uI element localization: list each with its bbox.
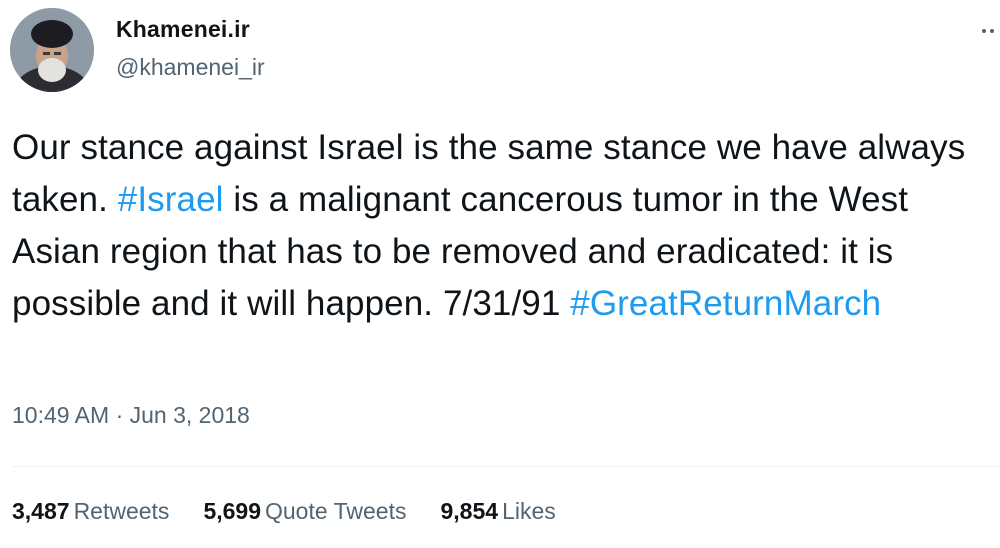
retweets-label: Retweets [73, 498, 170, 524]
retweets-count: 3,487 [12, 498, 70, 524]
retweets-stat[interactable]: 3,487 Retweets [12, 498, 169, 525]
hashtag-israel-link[interactable]: #Israel [118, 180, 224, 219]
likes-count: 9,854 [440, 498, 499, 524]
quote-tweets-count: 5,699 [203, 498, 261, 524]
quote-tweets-stat[interactable]: 5,699 Quote Tweets [203, 498, 406, 525]
likes-label: Likes [502, 498, 556, 524]
avatar-image [10, 8, 94, 92]
tweet-stats: 3,487 Retweets 5,699 Quote Tweets 9,854 Lik… [12, 498, 556, 525]
user-handle[interactable]: @khamenei_ir [116, 54, 265, 81]
likes-stat[interactable]: 9,854 Likes [441, 498, 556, 525]
tweet-timestamp[interactable]: 10:49 AM · Jun 3, 2018 [12, 402, 250, 429]
display-name[interactable]: Khamenei.ir [116, 16, 250, 43]
tweet-card: Khamenei.ir @khamenei_ir Our stance agai… [0, 0, 1000, 548]
avatar[interactable] [10, 8, 94, 92]
quote-tweets-label: Quote Tweets [265, 498, 407, 524]
divider [12, 466, 1000, 467]
more-icon[interactable] [980, 24, 1000, 36]
tweet-text: Our stance against Israel is the same st… [12, 122, 992, 330]
hashtag-great-return-march-link[interactable]: #GreatReturnMarch [570, 284, 881, 323]
